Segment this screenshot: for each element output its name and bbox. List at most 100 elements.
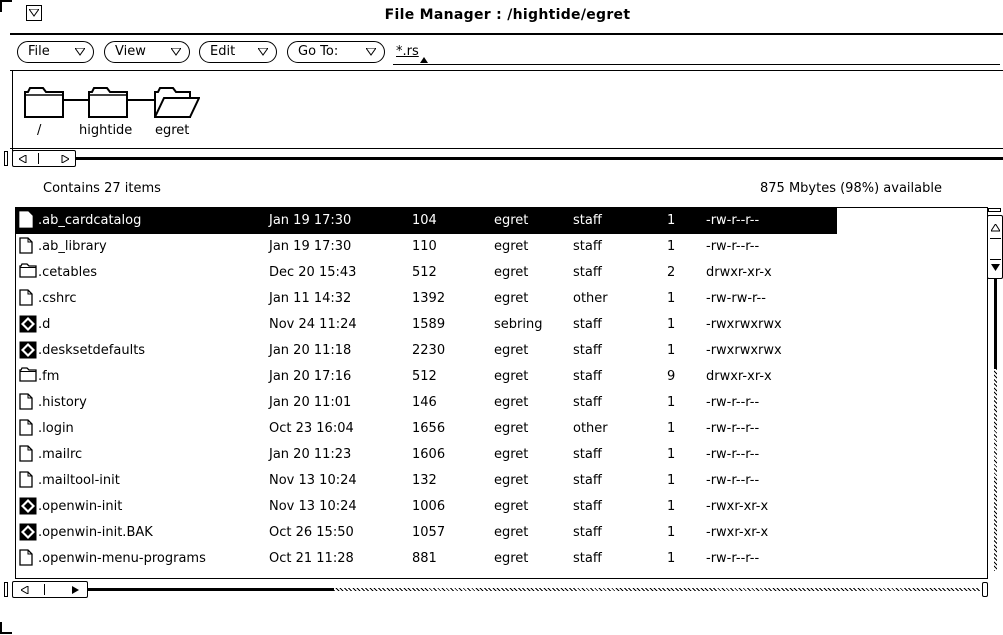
file-size: 512 [412,369,437,384]
file-menu-button[interactable]: File [17,41,94,63]
elevator-divider [990,259,1001,260]
file-row[interactable]: .history Jan 20 11:01 146 egret staff 1 -rw-r-… [16,390,837,416]
file-date: Jan 11 14:32 [269,291,352,306]
triangle-down-icon [75,48,85,56]
file-links: 1 [667,499,676,514]
file-group: staff [573,265,602,280]
file-group: other [573,421,608,436]
file-owner: egret [494,369,529,384]
goto-input-underline [393,64,1000,65]
folder-icon[interactable] [19,367,37,386]
document-icon[interactable] [19,419,33,440]
path-connector [64,99,88,101]
file-permissions: -rw-r--r-- [706,473,760,488]
window-corner-bottom-left[interactable] [0,622,12,634]
path-pane-separator [10,70,1003,71]
file-row[interactable]: .mailrc Jan 20 11:23 1606 egret staff 1 -rw-r-… [16,442,837,468]
list-hscroll-track-filled[interactable] [88,588,334,591]
scroll-up-icon [991,224,1000,232]
file-row[interactable]: .cetables Dec 20 15:43 512 egret staff 2 drwxr… [16,260,837,286]
document-icon[interactable] [19,549,33,570]
file-row[interactable]: .ab_library Jan 19 17:30 110 egret staff 1 -rw… [16,234,837,260]
file-owner: egret [494,525,529,540]
vscroll-elevator[interactable] [987,215,1003,279]
file-links: 1 [667,473,676,488]
file-links: 1 [667,239,676,254]
path-scroll-end-cap[interactable] [4,151,8,166]
file-permissions: -rwxrwxrwx [706,317,782,332]
document-icon[interactable] [19,471,33,492]
document-icon[interactable] [19,445,33,466]
executable-icon[interactable] [19,497,37,519]
path-scroll-track[interactable] [76,157,1003,160]
folder-icon[interactable] [19,263,37,282]
list-hscroll-right-cap[interactable] [982,582,988,597]
folder-icon[interactable] [24,86,64,118]
file-name: .fm [38,369,60,384]
elevator-divider [990,238,1001,239]
vscroll-track[interactable] [994,369,997,571]
file-row[interactable]: .cshrc Jan 11 14:32 1392 egret other 1 -rw-rw-… [16,286,837,312]
file-owner: egret [494,395,529,410]
executable-icon[interactable] [19,315,37,337]
file-owner: egret [494,551,529,566]
vscroll-track-filled[interactable] [994,279,997,369]
file-row[interactable]: .desksetdefaults Jan 20 11:18 2230 egret sta… [16,338,837,364]
file-row[interactable]: .fm Jan 20 17:16 512 egret staff 9 drwxr-xr-x [16,364,837,390]
file-row[interactable]: .openwin-init.BAK Oct 26 15:50 1057 egret st… [16,520,837,546]
executable-icon[interactable] [19,341,37,363]
file-name: .openwin-init.BAK [38,525,153,540]
file-list[interactable]: .ab_cardcatalog Jan 19 17:30 104 egret staff… [15,207,988,579]
file-date: Nov 13 10:24 [269,499,357,514]
file-name: .d [38,317,51,332]
document-icon[interactable] [19,289,33,310]
executable-icon[interactable] [19,523,37,545]
triangle-down-icon [171,48,181,56]
view-menu-button[interactable]: View [104,41,190,63]
view-menu-label: View [115,44,146,59]
text-caret-icon [420,57,428,63]
document-icon[interactable] [19,393,33,414]
file-date: Dec 20 15:43 [269,265,357,280]
file-row[interactable]: .d Nov 24 11:24 1589 sebring staff 1 -rwxrwxrw… [16,312,837,338]
path-segment-root[interactable]: / [37,123,41,138]
file-date: Jan 19 17:30 [269,239,352,254]
folder-icon[interactable] [88,86,128,118]
window-corner-top-left[interactable] [0,0,12,12]
document-icon[interactable] [19,237,33,258]
file-group: staff [573,551,602,566]
list-hscroll-end-cap[interactable] [4,582,8,597]
file-permissions: drwxr-xr-x [706,369,772,384]
edit-menu-button[interactable]: Edit [199,41,277,63]
file-name: .desksetdefaults [38,343,146,358]
file-group: staff [573,447,602,462]
file-permissions: -rw-r--r-- [706,447,760,462]
title-bar[interactable]: File Manager : /hightide/egret [12,0,1003,30]
file-links: 1 [667,421,676,436]
path-scroll-elevator[interactable] [12,150,76,167]
file-size: 1656 [412,421,446,436]
elevator-divider [44,584,45,595]
file-date: Jan 20 17:16 [269,369,352,384]
goto-menu-button[interactable]: Go To: [287,41,385,63]
file-owner: egret [494,239,529,254]
file-row[interactable]: .mailtool-init Nov 13 10:24 132 egret staff 1… [16,468,837,494]
path-segment-hightide[interactable]: hightide [79,123,132,138]
elevator-divider [38,153,39,164]
file-size: 1006 [412,499,446,514]
vertical-scrollbar[interactable] [987,207,1003,579]
file-owner: egret [494,213,529,228]
file-owner: egret [494,421,529,436]
document-icon[interactable] [19,211,33,232]
goto-input[interactable]: *.rs [396,44,419,59]
file-row[interactable]: .openwin-menu-programs Oct 21 11:28 881 egr… [16,546,837,572]
vscroll-top-cap[interactable] [988,208,1001,212]
file-row[interactable]: .ab_cardcatalog Jan 19 17:30 104 egret staff… [16,208,837,234]
path-segment-egret[interactable]: egret [155,123,189,138]
list-hscroll-track[interactable] [334,588,980,591]
file-row[interactable]: .openwin-init Nov 13 10:24 1006 egret staff 1… [16,494,837,520]
open-folder-icon[interactable] [154,86,200,118]
file-permissions: -rwxr-xr-x [706,499,769,514]
file-row[interactable]: .login Oct 23 16:04 1656 egret other 1 -rw-r--… [16,416,837,442]
list-hscroll-elevator[interactable] [12,581,88,598]
